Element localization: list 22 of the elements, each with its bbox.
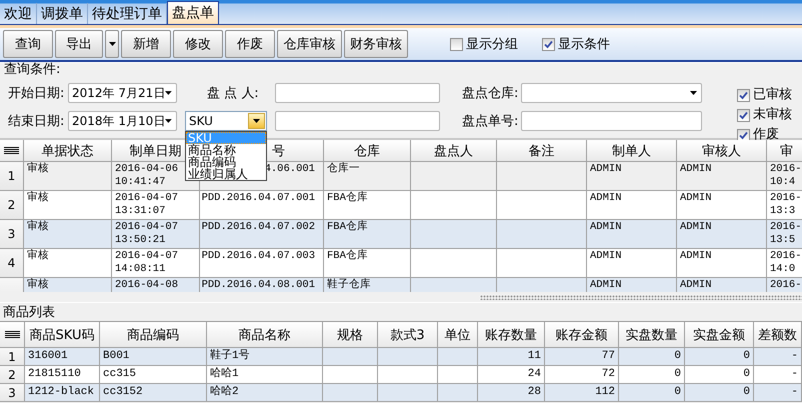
row-number: 4 xyxy=(8,256,16,270)
field-label: 盘点单号: xyxy=(462,113,520,130)
table-cell: 28 xyxy=(478,384,545,402)
table-cell: cc3152 xyxy=(100,384,207,402)
table-cell: 112 xyxy=(545,384,619,402)
table-cell: - xyxy=(754,384,802,402)
row-number: 3 xyxy=(8,227,16,241)
table-cell: 哈哈2 xyxy=(207,384,323,402)
field-label: 开始日期: xyxy=(8,85,66,102)
row-number: 2 xyxy=(8,198,16,212)
section-title: 查询条件: xyxy=(4,62,60,77)
table-cell: 0 xyxy=(619,384,685,402)
row-number: 1 xyxy=(8,350,16,364)
section-title: 商品列表 xyxy=(3,305,55,320)
field-label: 盘 点 人: xyxy=(207,85,260,102)
row-number: 2 xyxy=(8,368,16,382)
row-number: 1 xyxy=(8,169,16,183)
field-label: 盘点仓库: xyxy=(462,85,520,102)
row-number: 3 xyxy=(8,386,16,400)
field-label: 结束日期: xyxy=(8,113,66,130)
table-cell: 0 xyxy=(685,384,754,402)
table-cell: 1212-black xyxy=(25,384,100,402)
